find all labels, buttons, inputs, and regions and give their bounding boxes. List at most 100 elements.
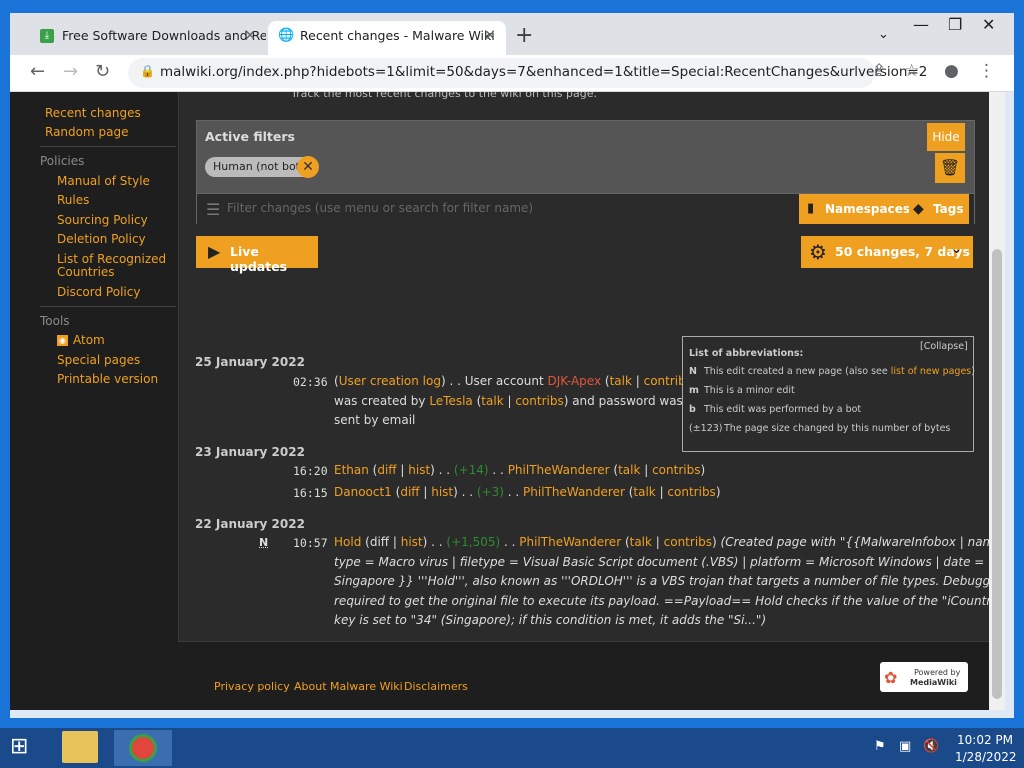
- live-updates-button[interactable]: ▶ Live updates: [196, 236, 318, 274]
- about-link[interactable]: About Malware Wiki: [294, 680, 403, 693]
- user-link[interactable]: DJK-Apex: [548, 374, 602, 388]
- page-link[interactable]: Hold: [334, 535, 361, 549]
- namespaces-button[interactable]: ▮ Namespaces: [799, 194, 910, 224]
- lock-icon[interactable]: 🔒: [140, 64, 155, 78]
- contribs-link[interactable]: contribs: [667, 485, 715, 499]
- flag-icon[interactable]: ⚑: [874, 739, 886, 754]
- changes-summary-button[interactable]: ⚙ 50 changes, 7 days ⌄: [801, 236, 973, 268]
- abbr-text: This edit created a new page (also see l…: [704, 366, 975, 377]
- user-link[interactable]: PhilTheWanderer: [519, 535, 621, 549]
- contribs-link[interactable]: contribs: [664, 535, 712, 549]
- clock-date[interactable]: 1/28/2022: [955, 750, 1017, 764]
- hide-filters-button[interactable]: Hide: [927, 123, 965, 151]
- maximize-button[interactable]: ❐: [948, 15, 962, 34]
- table-row: Danooct1 (diff | hist) . . (+3) . . Phil…: [334, 485, 721, 499]
- chrome-icon: [129, 734, 157, 762]
- play-icon: ▶: [208, 242, 221, 261]
- remove-filter-icon[interactable]: ✕: [297, 156, 319, 178]
- entry-text: and password was: [572, 394, 683, 408]
- sidebar-divider: [40, 306, 176, 307]
- talk-link[interactable]: talk: [481, 394, 503, 408]
- diff-link[interactable]: diff: [377, 463, 396, 477]
- sidebar-item-printable-version[interactable]: Printable version: [57, 372, 158, 386]
- privacy-policy-link[interactable]: Privacy policy: [214, 680, 290, 693]
- diff-link[interactable]: diff: [400, 485, 419, 499]
- reload-icon[interactable]: ↻: [95, 61, 110, 82]
- tab-title: Free Software Downloads and Re: [62, 28, 266, 43]
- tab-strip: ⤓ Free Software Downloads and Re ✕ 🌐 Rec…: [10, 13, 1014, 55]
- close-window-button[interactable]: ✕: [982, 15, 995, 34]
- new-pages-link[interactable]: list of new pages: [891, 366, 971, 377]
- scrollbar-thumb[interactable]: [992, 249, 1002, 699]
- tab-recent-changes[interactable]: 🌐 Recent changes - Malware Wiki ✕: [268, 21, 506, 55]
- page-link[interactable]: Danooct1: [334, 485, 392, 499]
- profile-icon[interactable]: ●: [944, 61, 959, 81]
- sidebar-item-manual-of-style[interactable]: Manual of Style: [57, 174, 150, 188]
- new-tab-button[interactable]: +: [515, 23, 533, 48]
- entry-text: was created by: [334, 394, 426, 408]
- entry-time: 10:57: [293, 536, 328, 550]
- close-tab-icon[interactable]: ✕: [244, 21, 256, 51]
- tab-free-software[interactable]: ⤓ Free Software Downloads and Re ✕: [30, 21, 266, 55]
- browser-toolbar: ← → ↻ 🔒 malwiki.org/index.php?hidebots=1…: [10, 55, 1014, 92]
- hist-link[interactable]: hist: [401, 535, 423, 549]
- sidebar-item-rules[interactable]: Rules: [57, 193, 89, 207]
- filter-search-input[interactable]: Filter changes (use menu or search for f…: [227, 201, 533, 215]
- talk-link[interactable]: talk: [630, 535, 652, 549]
- back-arrow-icon[interactable]: ←: [30, 61, 45, 82]
- talk-link[interactable]: talk: [610, 374, 632, 388]
- sidebar-item-recognized-countries-2[interactable]: Countries: [57, 265, 115, 279]
- sidebar-item-discord-policy[interactable]: Discord Policy: [57, 285, 140, 299]
- size-change: (+1,505): [446, 535, 501, 549]
- forward-arrow-icon[interactable]: →: [63, 61, 78, 82]
- close-tab-icon[interactable]: ✕: [484, 21, 496, 51]
- share-icon[interactable]: ⇪: [872, 61, 886, 81]
- trash-icon[interactable]: 🗑: [935, 153, 965, 183]
- user-link[interactable]: PhilTheWanderer: [523, 485, 625, 499]
- sidebar-item-random-page[interactable]: Random page: [45, 125, 128, 139]
- entry-text: sent by email: [334, 413, 416, 427]
- collapse-link[interactable]: [Collapse]: [920, 341, 968, 352]
- contribs-link[interactable]: contribs: [652, 463, 700, 477]
- sidebar-item-deletion-policy[interactable]: Deletion Policy: [57, 232, 146, 246]
- page-link[interactable]: Ethan: [334, 463, 369, 477]
- address-bar[interactable]: 🔒 malwiki.org/index.php?hidebots=1&limit…: [128, 58, 927, 88]
- entry-text: . . User account: [449, 374, 544, 388]
- download-site-favicon-icon: ⤓: [40, 29, 54, 43]
- bookmark-star-icon[interactable]: ☆: [904, 61, 919, 81]
- sidebar-item-recent-changes[interactable]: Recent changes: [45, 106, 141, 120]
- disclaimers-link[interactable]: Disclaimers: [404, 680, 468, 693]
- contribs-link[interactable]: contribs: [515, 394, 563, 408]
- tags-button[interactable]: ◆ Tags: [909, 194, 969, 224]
- sidebar-item-special-pages[interactable]: Special pages: [57, 353, 140, 367]
- hist-link[interactable]: hist: [431, 485, 453, 499]
- entry-time: 16:15: [293, 486, 328, 500]
- sidebar-item-recognized-countries[interactable]: List of Recognized: [57, 252, 166, 266]
- creator-link[interactable]: LeTesla: [429, 394, 472, 408]
- mediawiki-logo-icon: ✿: [884, 668, 898, 687]
- entry-time: 16:20: [293, 464, 328, 478]
- windows-start-icon[interactable]: ⊞: [10, 734, 28, 759]
- chrome-taskbar-button[interactable]: [114, 730, 172, 766]
- table-row: Hold (diff | hist) . . (+1,505) . . Phil…: [334, 535, 989, 549]
- url-text[interactable]: malwiki.org/index.php?hidebots=1&limit=5…: [160, 64, 927, 80]
- talk-link[interactable]: talk: [618, 463, 640, 477]
- abbr-key: N: [689, 366, 697, 377]
- menu-dots-icon[interactable]: ⋮: [978, 61, 995, 81]
- user-creation-log-link[interactable]: User creation log: [339, 374, 441, 388]
- tab-search-chevron-icon[interactable]: ⌄: [878, 27, 889, 42]
- talk-link[interactable]: talk: [633, 485, 655, 499]
- volume-muted-icon[interactable]: 🔇: [923, 739, 939, 754]
- abbr-text-n: This edit created a new page (also see: [704, 366, 888, 377]
- file-explorer-icon[interactable]: [62, 731, 98, 763]
- minimize-button[interactable]: —: [913, 15, 929, 34]
- sidebar-item-sourcing-policy[interactable]: Sourcing Policy: [57, 213, 148, 227]
- hamburger-menu-icon[interactable]: ☰: [206, 200, 220, 219]
- powered-by-mediawiki-badge[interactable]: ✿ Powered by MediaWiki: [880, 662, 968, 692]
- filter-search-bar[interactable]: ☰ Filter changes (use menu or search for…: [197, 193, 974, 224]
- user-link[interactable]: PhilTheWanderer: [508, 463, 610, 477]
- hist-link[interactable]: hist: [408, 463, 430, 477]
- sidebar-item-atom[interactable]: Atom: [73, 333, 105, 347]
- clock-time[interactable]: 10:02 PM: [957, 733, 1013, 747]
- network-icon[interactable]: ▣: [899, 739, 911, 754]
